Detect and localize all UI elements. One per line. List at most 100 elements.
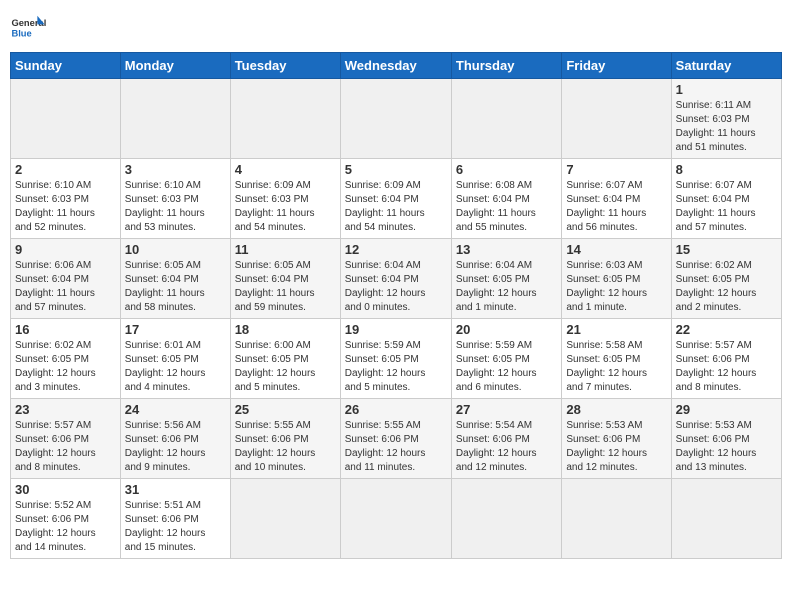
calendar-cell: 26Sunrise: 5:55 AM Sunset: 6:06 PM Dayli… <box>340 399 451 479</box>
calendar-cell: 2 Sunrise: 6:10 AM Sunset: 6:03 PM Daylig… <box>11 159 121 239</box>
day-number: 23 <box>15 402 116 417</box>
calendar-cell: 22 Sunrise: 5:57 AM Sunset: 6:06 PM Dayli… <box>671 319 781 399</box>
day-info: Sunrise: 5:55 AM Sunset: 6:06 PM Dayligh… <box>235 419 336 475</box>
calendar-cell <box>340 479 451 559</box>
day-info: Sunrise: 6:06 AM Sunset: 6:04 PM Dayligh… <box>15 259 116 315</box>
calendar-table: SundayMondayTuesdayWednesdayThursdayFrid… <box>10 52 782 559</box>
calendar-cell <box>120 79 230 159</box>
calendar-cell <box>451 479 561 559</box>
calendar-cell <box>451 79 561 159</box>
day-number: 6 <box>456 162 557 177</box>
calendar-week-row: 1 Sunrise: 6:11 AM Sunset: 6:03 PM Daylig… <box>11 79 782 159</box>
calendar-header-row: SundayMondayTuesdayWednesdayThursdayFrid… <box>11 53 782 79</box>
day-number: 2 <box>15 162 116 177</box>
calendar-week-row: 16 Sunrise: 6:02 AM Sunset: 6:05 PM Dayli… <box>11 319 782 399</box>
calendar-cell <box>340 79 451 159</box>
day-number: 27 <box>456 402 557 417</box>
day-info: Sunrise: 6:04 AM Sunset: 6:04 PM Dayligh… <box>345 259 447 315</box>
day-info: Sunrise: 6:09 AM Sunset: 6:04 PM Dayligh… <box>345 179 447 235</box>
svg-text:Blue: Blue <box>11 29 31 39</box>
day-number: 16 <box>15 322 116 337</box>
day-number: 5 <box>345 162 447 177</box>
header: General Blue <box>10 10 782 46</box>
day-number: 1 <box>676 82 777 97</box>
calendar-cell <box>230 479 340 559</box>
day-info: Sunrise: 6:10 AM Sunset: 6:03 PM Dayligh… <box>15 179 116 235</box>
day-info: Sunrise: 6:11 AM Sunset: 6:03 PM Dayligh… <box>676 99 777 155</box>
calendar-cell <box>562 479 671 559</box>
day-info: Sunrise: 5:54 AM Sunset: 6:06 PM Dayligh… <box>456 419 557 475</box>
calendar-cell: 15 Sunrise: 6:02 AM Sunset: 6:05 PM Dayli… <box>671 239 781 319</box>
day-number: 10 <box>125 242 226 257</box>
calendar-cell: 28 Sunrise: 5:53 AM Sunset: 6:06 PM Dayli… <box>562 399 671 479</box>
calendar-cell: 31 Sunrise: 5:51 AM Sunset: 6:06 PM Dayli… <box>120 479 230 559</box>
day-info: Sunrise: 6:02 AM Sunset: 6:05 PM Dayligh… <box>676 259 777 315</box>
day-info: Sunrise: 5:59 AM Sunset: 6:05 PM Dayligh… <box>345 339 447 395</box>
calendar-cell: 11Sunrise: 6:05 AM Sunset: 6:04 PM Dayli… <box>230 239 340 319</box>
day-info: Sunrise: 5:55 AM Sunset: 6:06 PM Dayligh… <box>345 419 447 475</box>
weekday-header-monday: Monday <box>120 53 230 79</box>
calendar-week-row: 2 Sunrise: 6:10 AM Sunset: 6:03 PM Daylig… <box>11 159 782 239</box>
weekday-header-tuesday: Tuesday <box>230 53 340 79</box>
day-info: Sunrise: 6:09 AM Sunset: 6:03 PM Dayligh… <box>235 179 336 235</box>
day-info: Sunrise: 6:03 AM Sunset: 6:05 PM Dayligh… <box>566 259 666 315</box>
day-info: Sunrise: 5:59 AM Sunset: 6:05 PM Dayligh… <box>456 339 557 395</box>
calendar-cell: 12 Sunrise: 6:04 AM Sunset: 6:04 PM Dayli… <box>340 239 451 319</box>
day-info: Sunrise: 5:56 AM Sunset: 6:06 PM Dayligh… <box>125 419 226 475</box>
calendar-cell <box>11 79 121 159</box>
day-number: 14 <box>566 242 666 257</box>
day-info: Sunrise: 6:02 AM Sunset: 6:05 PM Dayligh… <box>15 339 116 395</box>
day-number: 3 <box>125 162 226 177</box>
day-number: 17 <box>125 322 226 337</box>
calendar-cell: 29Sunrise: 5:53 AM Sunset: 6:06 PM Dayli… <box>671 399 781 479</box>
calendar-cell <box>562 79 671 159</box>
calendar-cell: 4Sunrise: 6:09 AM Sunset: 6:03 PM Daylig… <box>230 159 340 239</box>
day-number: 31 <box>125 482 226 497</box>
day-number: 7 <box>566 162 666 177</box>
logo: General Blue <box>10 10 46 46</box>
day-number: 28 <box>566 402 666 417</box>
calendar-cell: 16 Sunrise: 6:02 AM Sunset: 6:05 PM Dayli… <box>11 319 121 399</box>
day-number: 19 <box>345 322 447 337</box>
day-number: 25 <box>235 402 336 417</box>
day-number: 9 <box>15 242 116 257</box>
calendar-cell: 23 Sunrise: 5:57 AM Sunset: 6:06 PM Dayli… <box>11 399 121 479</box>
day-info: Sunrise: 6:10 AM Sunset: 6:03 PM Dayligh… <box>125 179 226 235</box>
day-number: 8 <box>676 162 777 177</box>
day-info: Sunrise: 5:52 AM Sunset: 6:06 PM Dayligh… <box>15 499 116 555</box>
day-info: Sunrise: 5:57 AM Sunset: 6:06 PM Dayligh… <box>15 419 116 475</box>
day-number: 12 <box>345 242 447 257</box>
calendar-cell: 21Sunrise: 5:58 AM Sunset: 6:05 PM Dayli… <box>562 319 671 399</box>
calendar-week-row: 23 Sunrise: 5:57 AM Sunset: 6:06 PM Dayli… <box>11 399 782 479</box>
day-number: 13 <box>456 242 557 257</box>
calendar-cell: 24Sunrise: 5:56 AM Sunset: 6:06 PM Dayli… <box>120 399 230 479</box>
calendar-cell: 10 Sunrise: 6:05 AM Sunset: 6:04 PM Dayli… <box>120 239 230 319</box>
calendar-week-row: 30Sunrise: 5:52 AM Sunset: 6:06 PM Dayli… <box>11 479 782 559</box>
day-info: Sunrise: 6:05 AM Sunset: 6:04 PM Dayligh… <box>125 259 226 315</box>
calendar-cell: 9 Sunrise: 6:06 AM Sunset: 6:04 PM Daylig… <box>11 239 121 319</box>
day-info: Sunrise: 6:04 AM Sunset: 6:05 PM Dayligh… <box>456 259 557 315</box>
calendar-cell: 8 Sunrise: 6:07 AM Sunset: 6:04 PM Daylig… <box>671 159 781 239</box>
day-number: 15 <box>676 242 777 257</box>
day-info: Sunrise: 6:07 AM Sunset: 6:04 PM Dayligh… <box>676 179 777 235</box>
calendar-cell: 1 Sunrise: 6:11 AM Sunset: 6:03 PM Daylig… <box>671 79 781 159</box>
day-info: Sunrise: 5:57 AM Sunset: 6:06 PM Dayligh… <box>676 339 777 395</box>
calendar-cell: 3 Sunrise: 6:10 AM Sunset: 6:03 PM Daylig… <box>120 159 230 239</box>
calendar-cell: 14 Sunrise: 6:03 AM Sunset: 6:05 PM Dayli… <box>562 239 671 319</box>
calendar-cell: 25 Sunrise: 5:55 AM Sunset: 6:06 PM Dayli… <box>230 399 340 479</box>
day-info: Sunrise: 6:00 AM Sunset: 6:05 PM Dayligh… <box>235 339 336 395</box>
day-info: Sunrise: 6:05 AM Sunset: 6:04 PM Dayligh… <box>235 259 336 315</box>
calendar-cell: 6 Sunrise: 6:08 AM Sunset: 6:04 PM Daylig… <box>451 159 561 239</box>
calendar-cell: 20Sunrise: 5:59 AM Sunset: 6:05 PM Dayli… <box>451 319 561 399</box>
calendar-week-row: 9 Sunrise: 6:06 AM Sunset: 6:04 PM Daylig… <box>11 239 782 319</box>
weekday-header-saturday: Saturday <box>671 53 781 79</box>
calendar-cell: 7Sunrise: 6:07 AM Sunset: 6:04 PM Daylig… <box>562 159 671 239</box>
day-number: 18 <box>235 322 336 337</box>
weekday-header-friday: Friday <box>562 53 671 79</box>
day-info: Sunrise: 5:53 AM Sunset: 6:06 PM Dayligh… <box>566 419 666 475</box>
day-info: Sunrise: 5:51 AM Sunset: 6:06 PM Dayligh… <box>125 499 226 555</box>
day-number: 22 <box>676 322 777 337</box>
calendar-cell: 17Sunrise: 6:01 AM Sunset: 6:05 PM Dayli… <box>120 319 230 399</box>
calendar-cell: 27 Sunrise: 5:54 AM Sunset: 6:06 PM Dayli… <box>451 399 561 479</box>
day-info: Sunrise: 6:08 AM Sunset: 6:04 PM Dayligh… <box>456 179 557 235</box>
